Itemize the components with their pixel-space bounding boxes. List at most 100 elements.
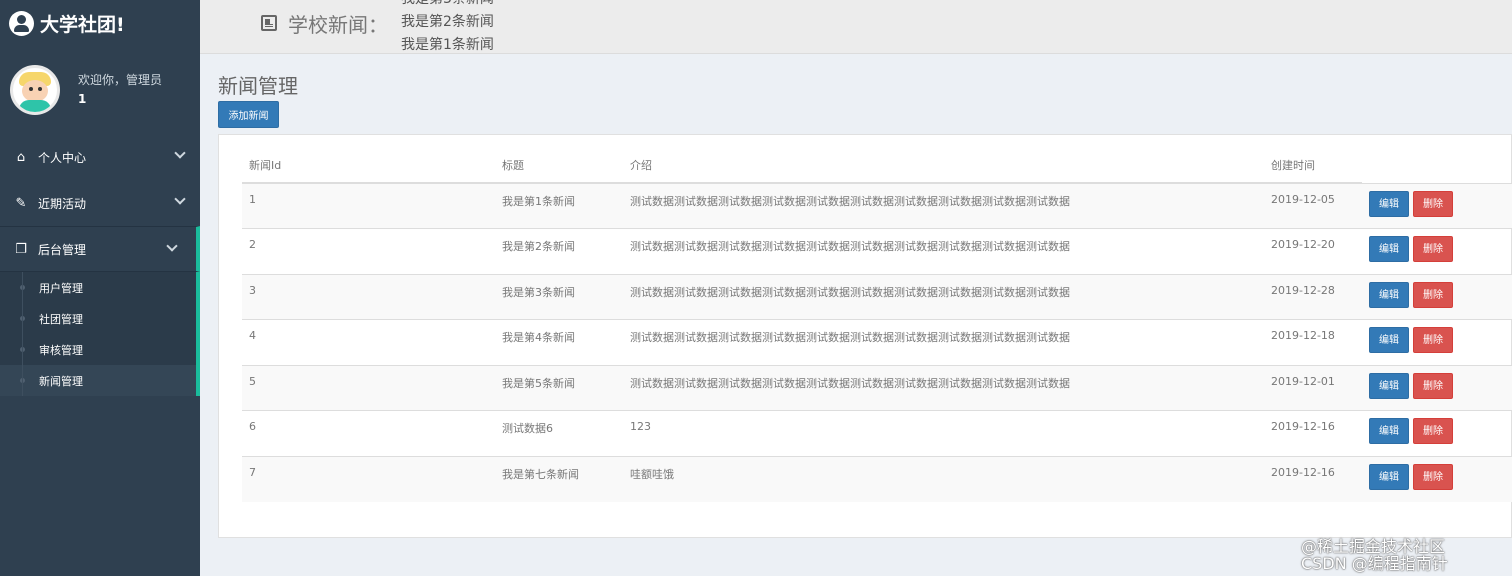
cell-intro: 测试数据测试数据测试数据测试数据测试数据测试数据测试数据测试数据测试数据测试数据 [623, 319, 1264, 365]
cell-intro: 测试数据测试数据测试数据测试数据测试数据测试数据测试数据测试数据测试数据测试数据 [623, 228, 1264, 274]
cell-id: 2 [242, 228, 495, 274]
cell-date: 2019-12-28 [1264, 273, 1362, 320]
menu-item-admin[interactable]: ❐ 后台管理 [0, 226, 200, 272]
column-header-created[interactable]: 创建时间 [1264, 148, 1362, 184]
cell-id: 1 [242, 182, 495, 229]
cell-title: 我是第1条新闻 [495, 182, 623, 229]
cell-date: 2019-12-18 [1264, 319, 1362, 365]
news-table: 新闻Id 标题 介绍 创建时间 1 我是第1条新闻 测试数据测试数据测试数据测试数据… [242, 148, 1512, 502]
submenu-item-news-management[interactable]: 新闻管理 [0, 365, 196, 396]
cell-title: 测试数据6 [495, 410, 623, 456]
delete-button[interactable]: 删除 [1413, 418, 1453, 444]
cell-intro: 123 [623, 410, 1264, 456]
menu-item-label: 个人中心 [38, 150, 87, 165]
cell-date: 2019-12-05 [1264, 182, 1362, 229]
cell-date: 2019-12-16 [1264, 410, 1362, 456]
edit-button[interactable]: 编辑 [1369, 463, 1409, 490]
column-header-actions [1362, 148, 1512, 183]
delete-button[interactable]: 删除 [1413, 190, 1453, 217]
user-profile: 欢迎你，管理员 1 [0, 46, 200, 134]
news-table-panel: 新闻Id 标题 介绍 创建时间 1 我是第1条新闻 测试数据测试数据测试数据测试数据… [218, 134, 1512, 538]
cell-intro: 测试数据测试数据测试数据测试数据测试数据测试数据测试数据测试数据测试数据测试数据 [623, 364, 1264, 411]
menu-item-label: 近期活动 [38, 196, 87, 211]
chevron-down-icon [174, 147, 186, 159]
chevron-down-icon [174, 193, 186, 205]
cell-id: 3 [242, 273, 495, 320]
menu-item-label: 后台管理 [38, 242, 87, 257]
cell-title: 我是第3条新闻 [495, 273, 623, 320]
welcome-text: 欢迎你，管理员 [78, 73, 163, 87]
edit-icon: ✎ [15, 195, 27, 211]
delete-button[interactable]: 删除 [1413, 327, 1453, 353]
table-row: 6 测试数据6 123 2019-12-16 编辑 删除 [242, 410, 1512, 456]
edit-button[interactable]: 编辑 [1369, 236, 1409, 262]
edit-button[interactable]: 编辑 [1369, 418, 1409, 444]
menu-item-recent-activities[interactable]: ✎ 近期活动 [0, 180, 200, 226]
cell-id: 6 [242, 410, 495, 456]
cell-date: 2019-12-01 [1264, 364, 1362, 411]
table-row: 7 我是第七条新闻 哇额哇饿 2019-12-16 编辑 删除 [242, 455, 1512, 502]
brand[interactable]: 大学社团! [0, 0, 200, 46]
cell-actions: 编辑 删除 [1362, 364, 1512, 411]
delete-button[interactable]: 删除 [1413, 236, 1453, 262]
table-row: 2 我是第2条新闻 测试数据测试数据测试数据测试数据测试数据测试数据测试数据测试数据… [242, 228, 1512, 274]
cell-actions: 编辑 删除 [1362, 182, 1512, 229]
cell-actions: 编辑 删除 [1362, 273, 1512, 320]
top-header: 学校新闻： 我是第3条新闻 我是第2条新闻 我是第1条新闻 [200, 0, 1512, 54]
column-header-intro[interactable]: 介绍 [623, 148, 1264, 184]
table-row: 3 我是第3条新闻 测试数据测试数据测试数据测试数据测试数据测试数据测试数据测试数据… [242, 273, 1512, 320]
cell-intro: 哇额哇饿 [623, 455, 1264, 502]
ticker-item[interactable]: 我是第3条新闻 [401, 0, 494, 11]
submenu-item-user-management[interactable]: 用户管理 [0, 272, 196, 303]
cell-id: 4 [242, 319, 495, 365]
add-news-button[interactable]: 添加新闻 [218, 101, 279, 128]
avatar[interactable] [10, 65, 60, 115]
cell-actions: 编辑 删除 [1362, 410, 1512, 456]
edit-button[interactable]: 编辑 [1369, 372, 1409, 399]
ticker-item[interactable]: 我是第2条新闻 [401, 11, 494, 34]
cell-id: 5 [242, 364, 495, 411]
cell-date: 2019-12-16 [1264, 455, 1362, 502]
table-row: 1 我是第1条新闻 测试数据测试数据测试数据测试数据测试数据测试数据测试数据测试数据… [242, 182, 1512, 229]
ticker-item[interactable]: 我是第1条新闻 [401, 34, 494, 52]
table-row: 4 我是第4条新闻 测试数据测试数据测试数据测试数据测试数据测试数据测试数据测试数据… [242, 319, 1512, 365]
school-news-title: 学校新闻： [288, 13, 388, 37]
cell-title: 我是第2条新闻 [495, 228, 623, 274]
delete-button[interactable]: 删除 [1413, 372, 1453, 399]
watermark-line: @稀土掘金技术社区 [1301, 537, 1446, 556]
cell-actions: 编辑 删除 [1362, 319, 1512, 365]
watermark: @稀土掘金技术社区 CSDN @编程指南针 [1301, 538, 1448, 572]
edit-button[interactable]: 编辑 [1369, 281, 1409, 308]
submenu-item-review-management[interactable]: 审核管理 [0, 334, 196, 365]
cell-actions: 编辑 删除 [1362, 455, 1512, 502]
cell-title: 我是第5条新闻 [495, 364, 623, 411]
cell-id: 7 [242, 455, 495, 502]
menu-item-personal-center[interactable]: ⌂ 个人中心 [0, 134, 200, 180]
cell-title: 我是第4条新闻 [495, 319, 623, 365]
page-title: 新闻管理 [218, 74, 298, 98]
user-circle-icon [9, 10, 34, 36]
home-icon: ⌂ [16, 149, 26, 165]
edit-button[interactable]: 编辑 [1369, 190, 1409, 217]
cell-intro: 测试数据测试数据测试数据测试数据测试数据测试数据测试数据测试数据测试数据测试数据 [623, 273, 1264, 320]
submenu-item-club-management[interactable]: 社团管理 [0, 303, 196, 334]
brand-title: 大学社团! [40, 13, 125, 36]
cell-actions: 编辑 删除 [1362, 228, 1512, 274]
admin-submenu: 用户管理 社团管理 审核管理 新闻管理 [0, 272, 200, 396]
sidebar: 大学社团! 欢迎你，管理员 1 ⌂ 个人中心 ✎ 近期活动 ❐ 后台管理 用户管… [0, 0, 200, 576]
news-ticker: 我是第3条新闻 我是第2条新闻 我是第1条新闻 [401, 0, 601, 52]
edit-button[interactable]: 编辑 [1369, 327, 1409, 353]
column-header-title[interactable]: 标题 [495, 148, 623, 184]
column-header-id[interactable]: 新闻Id [242, 148, 495, 184]
delete-button[interactable]: 删除 [1413, 281, 1453, 308]
cell-intro: 测试数据测试数据测试数据测试数据测试数据测试数据测试数据测试数据测试数据测试数据 [623, 182, 1264, 229]
table-header-row: 新闻Id 标题 介绍 创建时间 [242, 148, 1512, 184]
user-id: 1 [78, 92, 87, 106]
table-row: 5 我是第5条新闻 测试数据测试数据测试数据测试数据测试数据测试数据测试数据测试数据… [242, 364, 1512, 411]
cell-title: 我是第七条新闻 [495, 455, 623, 502]
newspaper-icon [261, 15, 277, 31]
copy-icon: ❐ [15, 241, 27, 257]
watermark-line: CSDN @编程指南针 [1301, 554, 1448, 573]
delete-button[interactable]: 删除 [1413, 463, 1453, 490]
cell-date: 2019-12-20 [1264, 228, 1362, 274]
